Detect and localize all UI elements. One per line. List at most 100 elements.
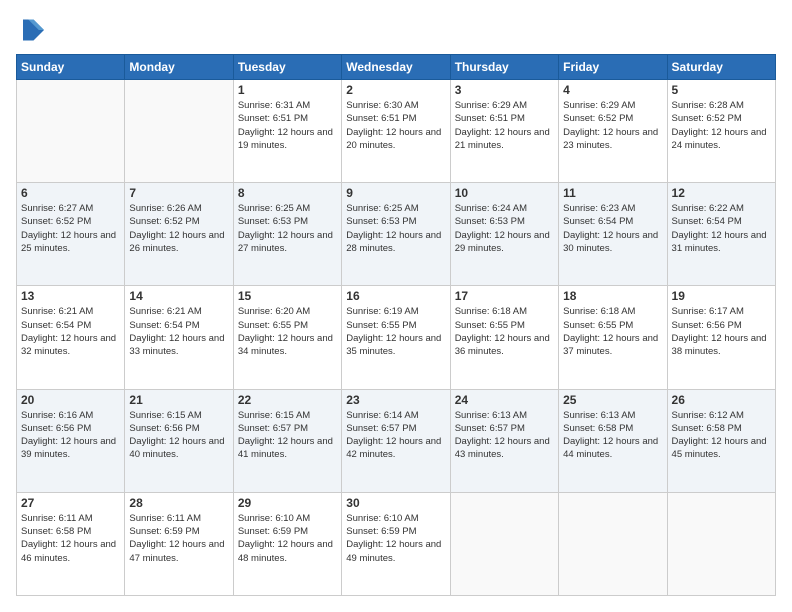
day-number: 26 bbox=[672, 393, 771, 407]
day-number: 28 bbox=[129, 496, 228, 510]
day-number: 8 bbox=[238, 186, 337, 200]
day-info: Sunrise: 6:25 AM Sunset: 6:53 PM Dayligh… bbox=[346, 202, 445, 255]
day-info: Sunrise: 6:15 AM Sunset: 6:56 PM Dayligh… bbox=[129, 409, 228, 462]
day-number: 24 bbox=[455, 393, 554, 407]
day-info: Sunrise: 6:21 AM Sunset: 6:54 PM Dayligh… bbox=[21, 305, 120, 358]
calendar-cell: 19 Sunrise: 6:17 AM Sunset: 6:56 PM Dayli… bbox=[667, 286, 775, 389]
calendar-cell: 9 Sunrise: 6:25 AM Sunset: 6:53 PM Daylig… bbox=[342, 183, 450, 286]
day-number: 13 bbox=[21, 289, 120, 303]
day-info: Sunrise: 6:10 AM Sunset: 6:59 PM Dayligh… bbox=[238, 512, 337, 565]
day-info: Sunrise: 6:30 AM Sunset: 6:51 PM Dayligh… bbox=[346, 99, 445, 152]
header bbox=[16, 16, 776, 44]
day-number: 15 bbox=[238, 289, 337, 303]
day-info: Sunrise: 6:16 AM Sunset: 6:56 PM Dayligh… bbox=[21, 409, 120, 462]
day-number: 14 bbox=[129, 289, 228, 303]
col-header-saturday: Saturday bbox=[667, 55, 775, 80]
calendar-header-row: SundayMondayTuesdayWednesdayThursdayFrid… bbox=[17, 55, 776, 80]
day-info: Sunrise: 6:18 AM Sunset: 6:55 PM Dayligh… bbox=[563, 305, 662, 358]
day-info: Sunrise: 6:13 AM Sunset: 6:58 PM Dayligh… bbox=[563, 409, 662, 462]
col-header-friday: Friday bbox=[559, 55, 667, 80]
day-number: 9 bbox=[346, 186, 445, 200]
calendar-cell: 18 Sunrise: 6:18 AM Sunset: 6:55 PM Dayli… bbox=[559, 286, 667, 389]
day-info: Sunrise: 6:13 AM Sunset: 6:57 PM Dayligh… bbox=[455, 409, 554, 462]
day-info: Sunrise: 6:18 AM Sunset: 6:55 PM Dayligh… bbox=[455, 305, 554, 358]
calendar-cell: 4Sunrise: 6:29 AM Sunset: 6:52 PM Daylig… bbox=[559, 80, 667, 183]
day-number: 7 bbox=[129, 186, 228, 200]
day-number: 4 bbox=[563, 83, 662, 97]
calendar-cell: 8 Sunrise: 6:25 AM Sunset: 6:53 PM Daylig… bbox=[233, 183, 341, 286]
calendar-week-5: 27 Sunrise: 6:11 AM Sunset: 6:58 PM Dayli… bbox=[17, 492, 776, 595]
day-number: 29 bbox=[238, 496, 337, 510]
calendar-cell: 20 Sunrise: 6:16 AM Sunset: 6:56 PM Dayli… bbox=[17, 389, 125, 492]
day-info: Sunrise: 6:11 AM Sunset: 6:59 PM Dayligh… bbox=[129, 512, 228, 565]
day-info: Sunrise: 6:23 AM Sunset: 6:54 PM Dayligh… bbox=[563, 202, 662, 255]
day-number: 23 bbox=[346, 393, 445, 407]
page: SundayMondayTuesdayWednesdayThursdayFrid… bbox=[0, 0, 792, 612]
day-number: 16 bbox=[346, 289, 445, 303]
day-info: Sunrise: 6:15 AM Sunset: 6:57 PM Dayligh… bbox=[238, 409, 337, 462]
calendar-cell: 30 Sunrise: 6:10 AM Sunset: 6:59 PM Dayli… bbox=[342, 492, 450, 595]
calendar-cell: 15 Sunrise: 6:20 AM Sunset: 6:55 PM Dayli… bbox=[233, 286, 341, 389]
day-number: 11 bbox=[563, 186, 662, 200]
day-info: Sunrise: 6:20 AM Sunset: 6:55 PM Dayligh… bbox=[238, 305, 337, 358]
day-info: Sunrise: 6:19 AM Sunset: 6:55 PM Dayligh… bbox=[346, 305, 445, 358]
calendar-cell: 16 Sunrise: 6:19 AM Sunset: 6:55 PM Dayli… bbox=[342, 286, 450, 389]
calendar-cell bbox=[125, 80, 233, 183]
calendar-cell bbox=[559, 492, 667, 595]
calendar-cell: 2Sunrise: 6:30 AM Sunset: 6:51 PM Daylig… bbox=[342, 80, 450, 183]
calendar-cell: 28 Sunrise: 6:11 AM Sunset: 6:59 PM Dayli… bbox=[125, 492, 233, 595]
day-info: Sunrise: 6:24 AM Sunset: 6:53 PM Dayligh… bbox=[455, 202, 554, 255]
col-header-sunday: Sunday bbox=[17, 55, 125, 80]
col-header-wednesday: Wednesday bbox=[342, 55, 450, 80]
day-info: Sunrise: 6:14 AM Sunset: 6:57 PM Dayligh… bbox=[346, 409, 445, 462]
calendar-cell: 10 Sunrise: 6:24 AM Sunset: 6:53 PM Dayli… bbox=[450, 183, 558, 286]
day-info: Sunrise: 6:27 AM Sunset: 6:52 PM Dayligh… bbox=[21, 202, 120, 255]
day-number: 18 bbox=[563, 289, 662, 303]
calendar-cell: 11 Sunrise: 6:23 AM Sunset: 6:54 PM Dayli… bbox=[559, 183, 667, 286]
calendar-cell bbox=[667, 492, 775, 595]
calendar-cell: 1 Sunrise: 6:31 AM Sunset: 6:51 PM Daylig… bbox=[233, 80, 341, 183]
day-info: Sunrise: 6:22 AM Sunset: 6:54 PM Dayligh… bbox=[672, 202, 771, 255]
calendar-cell: 3 Sunrise: 6:29 AM Sunset: 6:51 PM Daylig… bbox=[450, 80, 558, 183]
day-number: 21 bbox=[129, 393, 228, 407]
day-number: 25 bbox=[563, 393, 662, 407]
col-header-tuesday: Tuesday bbox=[233, 55, 341, 80]
logo-icon bbox=[16, 16, 44, 44]
calendar-cell: 29 Sunrise: 6:10 AM Sunset: 6:59 PM Dayli… bbox=[233, 492, 341, 595]
col-header-thursday: Thursday bbox=[450, 55, 558, 80]
day-info: Sunrise: 6:10 AM Sunset: 6:59 PM Dayligh… bbox=[346, 512, 445, 565]
day-number: 3 bbox=[455, 83, 554, 97]
day-info: Sunrise: 6:12 AM Sunset: 6:58 PM Dayligh… bbox=[672, 409, 771, 462]
day-number: 17 bbox=[455, 289, 554, 303]
calendar-cell: 13 Sunrise: 6:21 AM Sunset: 6:54 PM Dayli… bbox=[17, 286, 125, 389]
day-number: 30 bbox=[346, 496, 445, 510]
day-info: Sunrise: 6:25 AM Sunset: 6:53 PM Dayligh… bbox=[238, 202, 337, 255]
day-number: 19 bbox=[672, 289, 771, 303]
day-info: Sunrise: 6:29 AM Sunset: 6:51 PM Dayligh… bbox=[455, 99, 554, 152]
day-number: 1 bbox=[238, 83, 337, 97]
calendar-cell bbox=[17, 80, 125, 183]
day-info: Sunrise: 6:21 AM Sunset: 6:54 PM Dayligh… bbox=[129, 305, 228, 358]
calendar-week-1: 1 Sunrise: 6:31 AM Sunset: 6:51 PM Daylig… bbox=[17, 80, 776, 183]
day-number: 22 bbox=[238, 393, 337, 407]
day-number: 10 bbox=[455, 186, 554, 200]
calendar-cell: 25 Sunrise: 6:13 AM Sunset: 6:58 PM Dayli… bbox=[559, 389, 667, 492]
calendar-cell: 24 Sunrise: 6:13 AM Sunset: 6:57 PM Dayli… bbox=[450, 389, 558, 492]
day-info: Sunrise: 6:28 AM Sunset: 6:52 PM Dayligh… bbox=[672, 99, 771, 152]
calendar-cell: 6 Sunrise: 6:27 AM Sunset: 6:52 PM Daylig… bbox=[17, 183, 125, 286]
day-info: Sunrise: 6:11 AM Sunset: 6:58 PM Dayligh… bbox=[21, 512, 120, 565]
calendar-cell: 5 Sunrise: 6:28 AM Sunset: 6:52 PM Daylig… bbox=[667, 80, 775, 183]
calendar-cell: 23 Sunrise: 6:14 AM Sunset: 6:57 PM Dayli… bbox=[342, 389, 450, 492]
day-number: 27 bbox=[21, 496, 120, 510]
calendar-cell: 14 Sunrise: 6:21 AM Sunset: 6:54 PM Dayli… bbox=[125, 286, 233, 389]
calendar-cell: 27 Sunrise: 6:11 AM Sunset: 6:58 PM Dayli… bbox=[17, 492, 125, 595]
day-info: Sunrise: 6:17 AM Sunset: 6:56 PM Dayligh… bbox=[672, 305, 771, 358]
calendar-cell: 7Sunrise: 6:26 AM Sunset: 6:52 PM Daylig… bbox=[125, 183, 233, 286]
day-number: 20 bbox=[21, 393, 120, 407]
day-number: 5 bbox=[672, 83, 771, 97]
logo bbox=[16, 16, 48, 44]
day-number: 6 bbox=[21, 186, 120, 200]
day-number: 12 bbox=[672, 186, 771, 200]
calendar-cell: 21 Sunrise: 6:15 AM Sunset: 6:56 PM Dayli… bbox=[125, 389, 233, 492]
day-info: Sunrise: 6:31 AM Sunset: 6:51 PM Dayligh… bbox=[238, 99, 337, 152]
